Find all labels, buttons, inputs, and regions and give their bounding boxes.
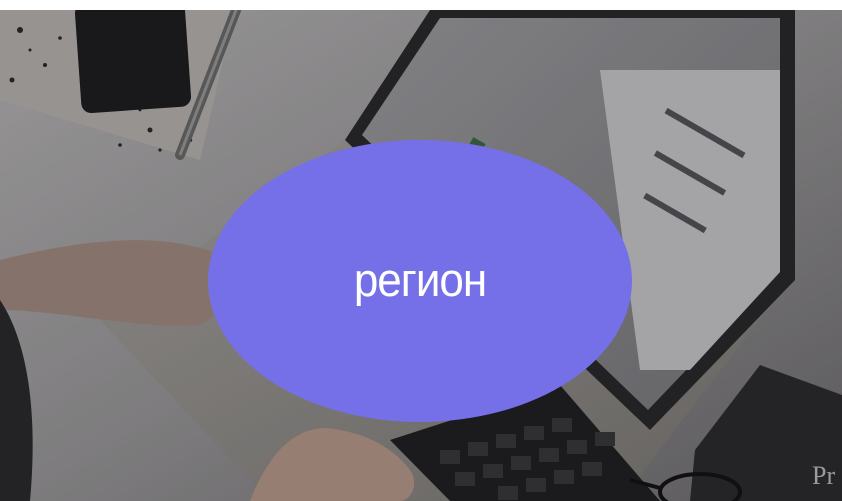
hero-photo: Pr регион bbox=[0, 10, 842, 501]
region-badge-label: регион bbox=[353, 254, 487, 307]
region-badge[interactable]: регион bbox=[208, 140, 632, 422]
